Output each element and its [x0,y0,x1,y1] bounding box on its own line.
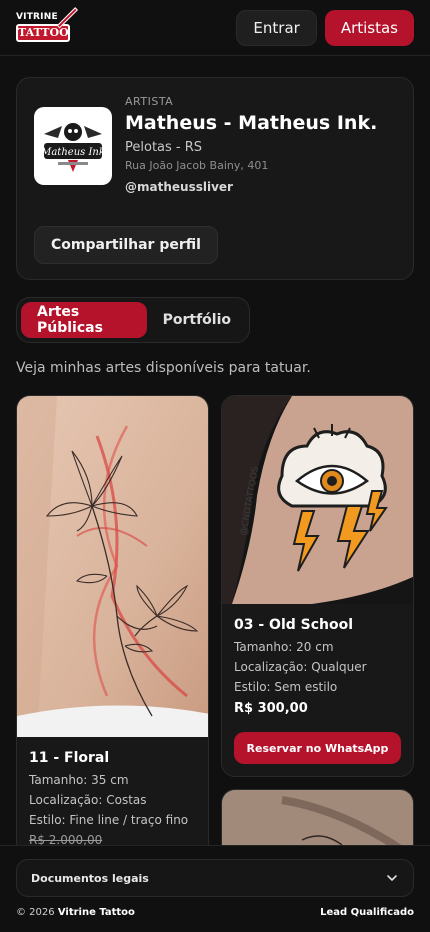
lead-qualificado-link[interactable]: Lead Qualificado [320,907,414,918]
art-card-floral[interactable]: 11 - Floral Tamanho: 35 cm Localização: … [16,395,209,865]
art-location: Localização: Qualquer [234,660,367,674]
avatar-logo-text: Matheus Ink [40,147,105,158]
top-bar: VITRINE TATTOO Entrar Artistas [0,0,430,56]
art-style: Estilo: Fine line / traço fino [29,813,189,827]
chevron-down-icon [387,875,397,881]
art-price: R$ 300,00 [234,701,308,716]
logo-text-top: VITRINE [16,11,58,22]
login-button[interactable]: Entrar [236,9,317,46]
artist-profile-card: Matheus Ink ARTISTA Matheus - Matheus In… [16,77,414,280]
art-size: Tamanho: 35 cm [29,773,129,787]
artist-name: Matheus - Matheus Ink. [125,112,378,134]
matheus-ink-logo-icon: Matheus Ink [40,123,105,172]
art-card-old-school[interactable]: @CNDTATTOOS 03 - Old School Tamanho: 20 … [221,395,414,777]
copyright: © 2026 Vitrine Tattoo [16,907,135,918]
legal-documents-accordion[interactable]: Documentos legais [16,859,414,897]
reserve-whatsapp-button[interactable]: Reservar no WhatsApp [234,732,401,764]
role-label: ARTISTA [125,95,174,108]
footer: Documentos legais © 2026 Vitrine Tattoo … [0,845,430,932]
tab-public-arts[interactable]: Artes Públicas [21,302,147,338]
profile-tabs: Artes Públicas Portfólio [16,297,250,343]
old-school-tattoo-image[interactable]: @CNDTATTOOS [222,396,413,604]
vitrine-tattoo-logo[interactable]: VITRINE TATTOO [16,6,78,46]
copyright-brand: Vitrine Tattoo [57,907,135,918]
art-style: Estilo: Sem estilo [234,680,338,694]
artist-address: Rua João Jacob Bainy, 401 [125,159,269,172]
instagram-handle[interactable]: @matheussliver [125,180,233,194]
tab-portfolio[interactable]: Portfólio [149,302,245,338]
legal-documents-label: Documentos legais [31,871,149,885]
artist-city: Pelotas - RS [125,140,203,155]
section-intro: Veja minhas artes disponíveis para tatua… [16,360,311,376]
art-location: Localização: Costas [29,793,147,807]
header-nav: Entrar Artistas [236,9,414,46]
artists-button[interactable]: Artistas [324,9,414,46]
artist-avatar: Matheus Ink [34,107,112,185]
art-title: 11 - Floral [29,750,110,766]
logo-text-main: TATTOO [16,23,70,42]
share-profile-button[interactable]: Compartilhar perfil [34,226,218,264]
art-title: 03 - Old School [234,617,354,633]
copyright-year: © 2026 [16,907,55,918]
floral-tattoo-image[interactable] [17,396,208,737]
art-size: Tamanho: 20 cm [234,640,334,654]
